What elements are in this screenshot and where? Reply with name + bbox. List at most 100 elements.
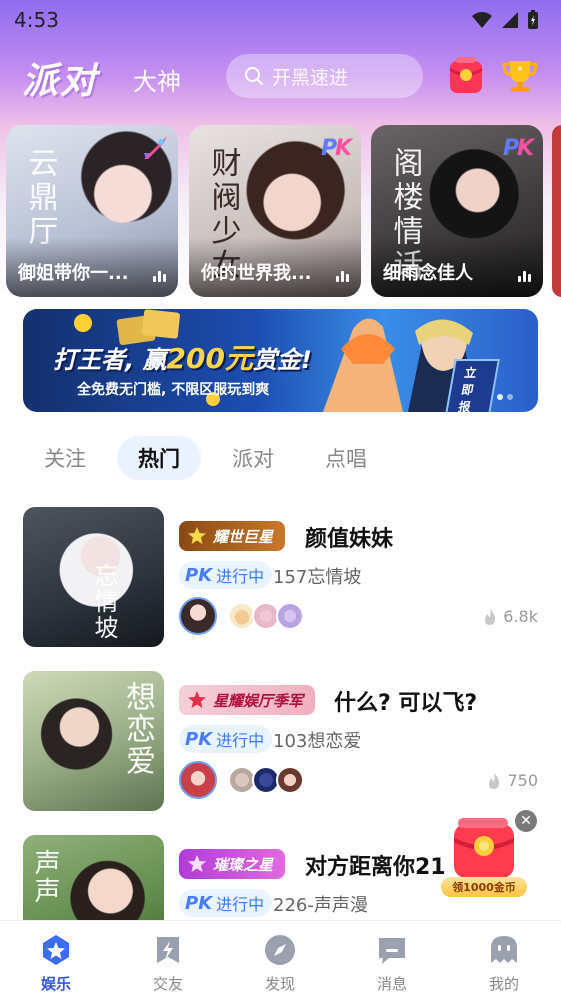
star-badge-icon	[188, 527, 206, 544]
tab-party[interactable]: 派对	[22, 52, 98, 104]
nav-friends[interactable]: 交友	[128, 933, 208, 994]
pk-label: PK	[185, 728, 213, 750]
red-packet-button[interactable]	[444, 54, 488, 98]
featured-room-name: 御姐带你一...	[18, 263, 129, 284]
category-tabs: 关注 热门 派对 点唱	[0, 436, 561, 482]
red-packet-icon	[450, 57, 482, 93]
room-list-item[interactable]: 忘情坡 耀世巨星 颜值妹妹 PK 进行中 157忘情坡 6.8k	[0, 507, 561, 649]
banner-title-pre: 打王者, 赢	[53, 346, 167, 374]
flame-icon	[489, 772, 500, 789]
nav-label: 我的	[488, 975, 519, 993]
room-name: 103想恋爱	[273, 731, 362, 752]
room-title: 什么? 可以飞?	[334, 691, 478, 716]
flame-icon	[485, 608, 496, 625]
heat-value: 750	[507, 771, 538, 790]
host-avatar[interactable]	[179, 597, 217, 635]
nav-profile[interactable]: 我的	[464, 933, 544, 994]
pk-status-pill: PK 进行中	[179, 561, 273, 589]
star-icon	[43, 935, 69, 965]
level-badge: 星耀娱厅季军	[179, 685, 316, 715]
featured-room-card[interactable]: 云鼎厅 御姐带你一...	[6, 125, 178, 297]
pk-status: 进行中	[216, 731, 265, 750]
audio-bars-icon	[153, 271, 166, 282]
status-time: 4:53	[14, 8, 59, 32]
nav-label: 交友	[152, 975, 183, 993]
avatar	[276, 766, 304, 794]
pk-label: PK	[185, 892, 213, 914]
tab-follow[interactable]: 关注	[30, 436, 100, 480]
guest-avatars	[228, 766, 304, 794]
level-badge: 璀璨之星	[179, 849, 286, 879]
star-badge-icon	[188, 855, 206, 872]
nav-label: 消息	[376, 975, 407, 993]
status-bar: 4:53	[0, 0, 561, 40]
heat-count: 6.8k	[483, 607, 538, 626]
rocket-icon	[138, 131, 172, 169]
nav-label: 发现	[264, 975, 295, 993]
search-placeholder: 开黑速进	[272, 66, 349, 89]
level-badge-label: 耀世巨星	[213, 527, 274, 546]
room-cover-image: 忘情坡	[23, 507, 164, 647]
featured-room-name: 细雨念佳人	[383, 263, 473, 284]
room-cover-text: 声声	[30, 849, 60, 905]
host-avatar[interactable]	[179, 761, 217, 799]
close-icon[interactable]: ✕	[515, 810, 537, 832]
wifi-icon	[472, 12, 492, 28]
tab-god[interactable]: 大神	[133, 62, 181, 97]
pk-label: PK	[185, 564, 213, 586]
heat-count: 750	[487, 771, 538, 790]
nav-messages[interactable]: 消息	[352, 933, 432, 994]
pk-status-pill: PK 进行中	[179, 725, 273, 753]
promo-banner[interactable]: 打王者, 赢200元赏金! 全免费无门槛, 不限区服玩到爽 立即报名	[23, 309, 538, 412]
tab-hot[interactable]: 热门	[117, 436, 201, 480]
featured-room-card[interactable]: 阁楼情话 PK 细雨念佳人	[371, 125, 543, 297]
gift-label: 领1000金币	[441, 877, 527, 897]
audio-bars-icon	[336, 271, 349, 282]
nav-entertainment[interactable]: 娱乐	[16, 933, 96, 994]
pk-status: 进行中	[216, 895, 265, 914]
status-icons	[471, 10, 539, 30]
level-badge: 耀世巨星	[179, 521, 286, 551]
featured-rooms: 云鼎厅 御姐带你一... 财阀少女 PK 你的世界我... 阁楼情话 PK 细雨…	[0, 125, 561, 297]
featured-room-card-partial[interactable]	[552, 125, 561, 297]
friend-icon	[157, 937, 179, 963]
star-badge-icon	[188, 691, 206, 708]
room-title: 对方距离你21	[305, 855, 446, 880]
bottom-nav: 娱乐 交友 发现 消息 我的	[0, 920, 561, 999]
svg-text:K: K	[517, 136, 536, 161]
ghost-icon	[491, 936, 517, 963]
message-icon	[379, 938, 405, 964]
trophy-button[interactable]	[498, 54, 542, 98]
level-badge-label: 星耀娱厅季军	[213, 691, 304, 710]
level-badge-label: 璀璨之星	[213, 855, 274, 874]
room-title: 颜值妹妹	[305, 527, 394, 552]
room-cover-text: 忘情坡	[90, 563, 118, 641]
pk-status-pill: PK 进行中	[179, 889, 273, 917]
room-cover-text: 云鼎厅	[22, 147, 58, 249]
room-name: 157忘情坡	[273, 567, 362, 588]
banner-title: 打王者, 赢200元赏金!	[53, 337, 312, 377]
search-input[interactable]: 开黑速进	[226, 54, 423, 98]
banner-title-amount: 200元	[166, 342, 253, 375]
featured-room-card[interactable]: 财阀少女 PK 你的世界我...	[189, 125, 361, 297]
tab-sing[interactable]: 点唱	[311, 436, 381, 480]
heat-value: 6.8k	[503, 607, 538, 626]
pk-badge-icon: PK	[501, 131, 537, 165]
battery-icon	[528, 10, 538, 29]
audio-bars-icon	[518, 271, 531, 282]
featured-room-name: 你的世界我...	[201, 263, 312, 284]
room-name: 226-声声漫	[273, 895, 368, 916]
room-list-item[interactable]: 想恋爱 星耀娱厅季军 什么? 可以飞? PK 进行中 103想恋爱 750	[0, 671, 561, 813]
guest-avatars	[228, 602, 304, 630]
banner-subtitle: 全免费无门槛, 不限区服玩到爽	[77, 382, 270, 398]
compass-icon	[265, 935, 295, 965]
pk-badge-icon: PK	[319, 131, 355, 165]
avatar	[276, 602, 304, 630]
tab-party[interactable]: 派对	[218, 436, 288, 480]
pk-status: 进行中	[216, 567, 265, 586]
search-icon	[245, 67, 264, 86]
svg-text:K: K	[335, 136, 354, 161]
banner-title-post: 赏金!	[252, 346, 312, 374]
room-cover-text: 想恋爱	[120, 681, 155, 777]
nav-discover[interactable]: 发现	[240, 933, 320, 994]
